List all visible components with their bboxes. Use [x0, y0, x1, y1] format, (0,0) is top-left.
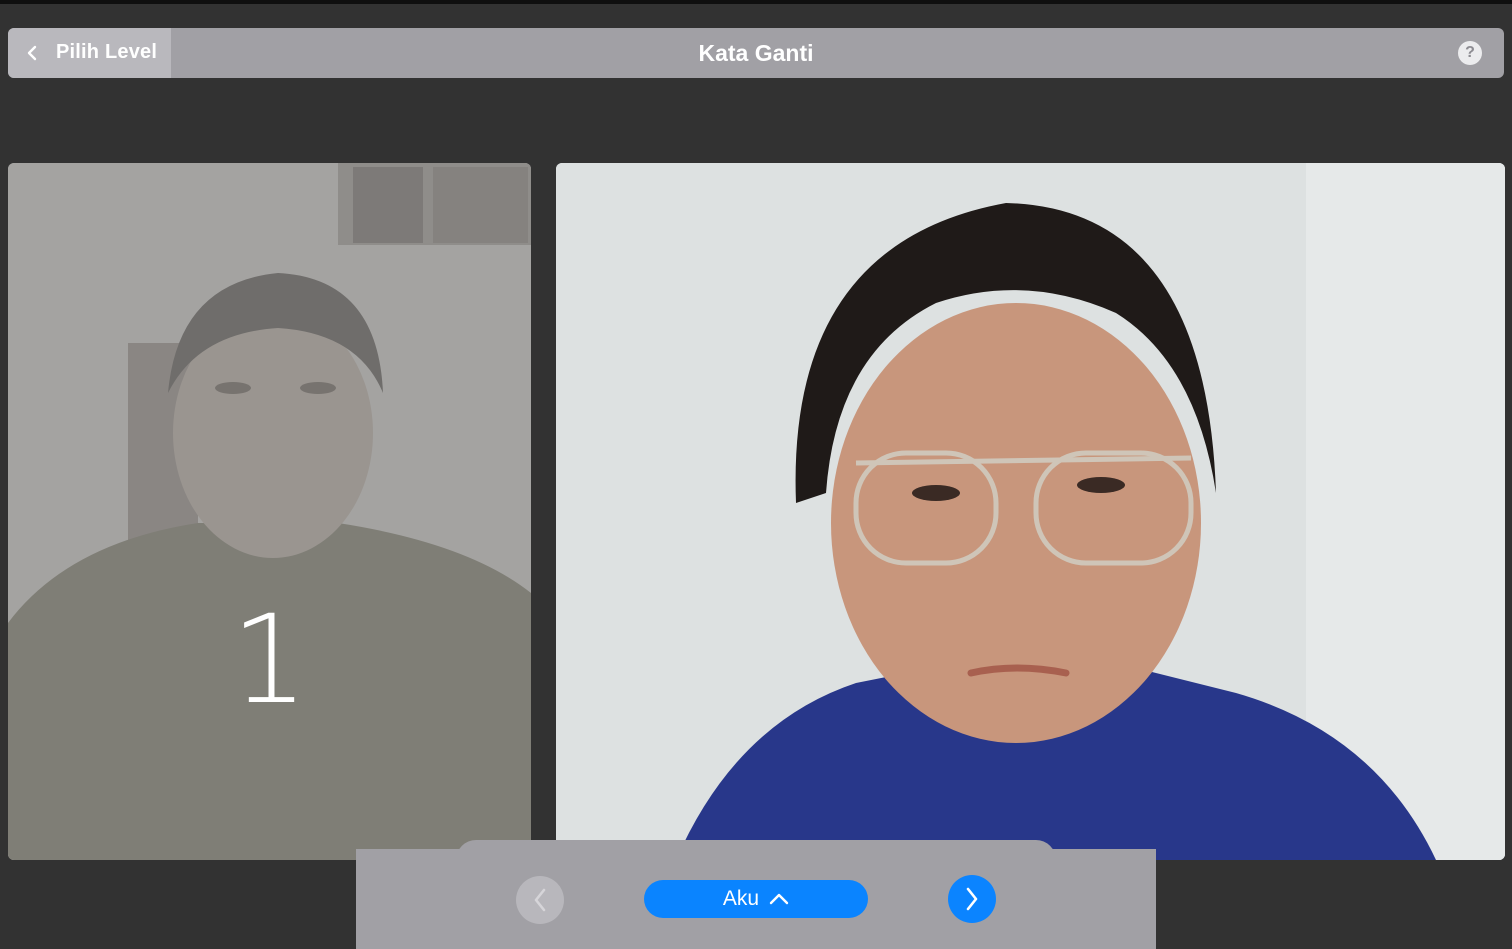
- next-button[interactable]: [948, 875, 996, 923]
- chevron-up-icon: [769, 893, 789, 905]
- reference-video-panel: 1: [8, 163, 531, 860]
- previous-button[interactable]: [516, 876, 564, 924]
- header-bar: Pilih Level Kata Ganti ?: [8, 28, 1504, 78]
- countdown-number: 1: [230, 589, 309, 731]
- window-top-edge: [0, 0, 1512, 4]
- help-button[interactable]: ?: [1458, 41, 1482, 65]
- word-label: Aku: [722, 887, 760, 910]
- camera-video-frame: [556, 163, 1505, 860]
- page-title: Kata Ganti: [698, 40, 814, 66]
- chevron-right-icon: [966, 887, 978, 911]
- word-selector-button[interactable]: Aku: [644, 880, 868, 918]
- reference-video-frame: [8, 163, 531, 860]
- chevron-left-icon: [534, 888, 546, 912]
- bottom-controls: Aku: [356, 849, 1156, 949]
- question-mark-icon: ?: [1465, 44, 1475, 61]
- camera-video-panel: [556, 163, 1505, 860]
